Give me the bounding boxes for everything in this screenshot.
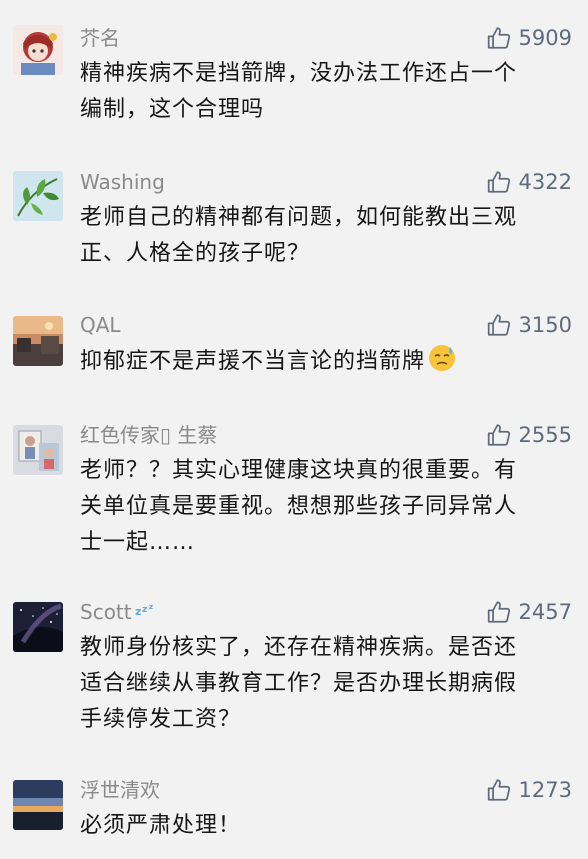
comment-list: 芥名 5909 精神疾病不是挡箭牌，没办法工作还占一个 编制，这个合理吗 Was…	[0, 0, 588, 859]
svg-text:z: z	[149, 603, 153, 611]
like-button[interactable]: 5909	[486, 24, 572, 52]
comment-line: 手续停发工资？	[80, 707, 242, 732]
avatar[interactable]	[13, 316, 63, 366]
comment-line: 精神疾病不是挡箭牌，没办法工作还占一个	[80, 61, 518, 86]
comment-text: 老师？？其实心理健康这块真的很重要。有 关单位真是要重视。想想那些孩子同异常人 …	[80, 453, 570, 561]
comment-line: 老师自己的精神都有问题，如何能教出三观	[80, 205, 518, 230]
comment-line: 适合继续从事教育工作？是否办理长期病假	[80, 671, 518, 696]
sleep-zzz-icon: z z z	[135, 603, 153, 617]
comment-line: 士一起……	[80, 530, 196, 555]
username[interactable]: 芥名	[80, 24, 120, 52]
like-count: 3150	[518, 313, 572, 337]
username[interactable]: 浮世清欢	[80, 776, 160, 804]
like-button[interactable]: 1273	[486, 776, 572, 804]
comment-line: 老师？？其实心理健康这块真的很重要。有	[80, 458, 518, 483]
anime-girl-avatar	[13, 25, 63, 75]
thumbs-up-icon	[487, 424, 510, 446]
like-count: 5909	[518, 26, 572, 50]
comment-text: 老师自己的精神都有问题，如何能教出三观 正、人格全的孩子呢？	[80, 200, 570, 272]
night-sky-avatar	[13, 602, 63, 652]
like-count: 2457	[518, 600, 572, 624]
username[interactable]: Scott z z z	[80, 598, 158, 626]
avatar[interactable]	[13, 780, 63, 830]
thumbs-up-icon	[487, 27, 510, 49]
sweat-face-emoji	[429, 345, 456, 371]
comment-text: 精神疾病不是挡箭牌，没办法工作还占一个 编制，这个合理吗	[80, 56, 570, 128]
thumbs-up-icon	[487, 601, 510, 623]
username-text: Scott	[80, 600, 132, 624]
horizon-avatar	[13, 780, 63, 830]
like-button[interactable]: 2555	[486, 421, 572, 449]
avatar[interactable]	[13, 25, 63, 75]
like-button[interactable]: 2457	[486, 598, 572, 626]
comment-line: 必须严肃处理！	[80, 813, 242, 838]
thumbs-up-icon	[487, 171, 510, 193]
thumbs-up-icon	[487, 779, 510, 801]
comment-text: 教师身份核实了，还存在精神疾病。是否还 适合继续从事教育工作？是否办理长期病假 …	[80, 630, 570, 738]
comment-line: 抑郁症不是声援不当言论的挡箭牌	[80, 343, 570, 380]
green-leaves-avatar	[13, 171, 63, 221]
comment-text: 必须严肃处理！	[80, 808, 570, 844]
comment-line: 编制，这个合理吗	[80, 97, 265, 122]
like-count: 1273	[518, 778, 572, 802]
comment-line: 正、人格全的孩子呢？	[80, 241, 311, 266]
comment-line-text: 抑郁症不是声援不当言论的挡箭牌	[80, 349, 426, 374]
username[interactable]: QAL	[80, 311, 121, 339]
username[interactable]: 红色传家▯ 生蔡	[80, 421, 217, 449]
like-count: 2555	[518, 423, 572, 447]
username[interactable]: Washing	[80, 168, 165, 196]
avatar[interactable]	[13, 602, 63, 652]
like-count: 4322	[518, 170, 572, 194]
thumbs-up-icon	[487, 314, 510, 336]
like-button[interactable]: 3150	[486, 311, 572, 339]
svg-text:z: z	[142, 605, 147, 615]
comment-line: 关单位真是要重视。想想那些孩子同异常人	[80, 494, 518, 519]
sunset-scene-avatar	[13, 316, 63, 366]
comment-text: 抑郁症不是声援不当言论的挡箭牌	[80, 343, 570, 380]
avatar[interactable]	[13, 425, 63, 475]
avatar[interactable]	[13, 171, 63, 221]
comment-line: 教师身份核实了，还存在精神疾病。是否还	[80, 635, 518, 660]
photo-frame-avatar	[13, 425, 63, 475]
like-button[interactable]: 4322	[486, 168, 572, 196]
svg-text:z: z	[135, 605, 141, 617]
